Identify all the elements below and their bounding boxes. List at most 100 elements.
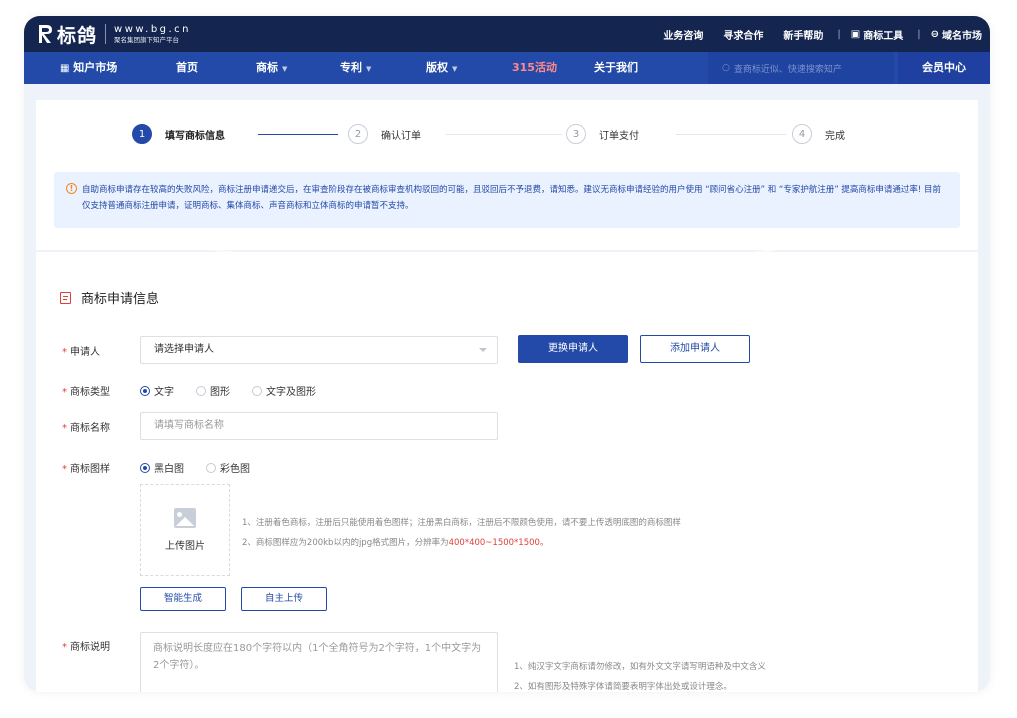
nav-home[interactable]: 首页 <box>176 52 198 84</box>
nav-search-placeholder: 查商标近似、快速搜索知产 <box>733 64 842 75</box>
brand-name: 标鸽 <box>57 24 98 47</box>
radio-graphic[interactable]: 图形 <box>196 383 230 398</box>
top-link-help[interactable]: 新手帮助 <box>783 27 823 42</box>
application-form: 商标申请信息 * 申请人 请选择申请人 更换申请人 添加申请人 * 商标类型 文字 … <box>36 252 978 692</box>
chevron-down-icon: ▼ <box>452 65 458 73</box>
globe-icon: ⊖ <box>930 28 939 40</box>
top-link-divider: | <box>837 28 841 40</box>
nav-315[interactable]: 315活动 <box>512 52 557 84</box>
trademark-desc-label: * 商标说明 <box>62 638 110 653</box>
top-link-domain-label: 域名市场 <box>942 30 982 42</box>
radio-label: 文字及图形 <box>266 387 316 398</box>
self-upload-button[interactable]: 自主上传 <box>241 587 327 611</box>
upload-label: 上传图片 <box>165 541 205 552</box>
step-label: 填写商标信息 <box>165 130 225 142</box>
step-number: 3 <box>566 124 586 144</box>
trademark-type-label: * 商标类型 <box>62 383 110 398</box>
steps-panel: 1 填写商标信息 2 确认订单 3 订单支付 4 完成 ! 自助商标申请存在较高… <box>36 100 978 250</box>
step-connector <box>258 134 338 135</box>
add-applicant-button[interactable]: 添加申请人 <box>640 335 750 363</box>
smart-generate-button[interactable]: 智能生成 <box>140 587 226 611</box>
required-mark: * <box>62 642 67 653</box>
main-nav: ▦ 知户市场 首页 商标 ▼ 专利 ▼ 版权 ▼ 315活动 关于我们 ○ 查商标近似… <box>24 52 990 84</box>
top-link-domain[interactable]: ⊖ 域名市场 <box>931 27 982 42</box>
section-title-text: 商标申请信息 <box>81 292 160 307</box>
radio-color[interactable]: 彩色图 <box>206 460 250 475</box>
applicant-select[interactable]: 请选择申请人 <box>140 336 498 364</box>
nav-trademark[interactable]: 商标 ▼ <box>256 52 287 84</box>
required-mark: * <box>62 387 67 398</box>
upload-tip-2-resolution: 400*400~1500*1500 <box>448 538 540 548</box>
top-link-tools[interactable]: ▣ 商标工具 <box>851 27 903 42</box>
order-steps: 1 填写商标信息 2 确认订单 3 订单支付 4 完成 <box>36 100 978 172</box>
nav-about[interactable]: 关于我们 <box>594 52 638 84</box>
app-window: 标鸽 www.bg.cn 聚名集团旗下知产平台 业务咨询 寻求合作 新手帮助 |… <box>24 16 990 692</box>
logo-icon <box>36 23 54 45</box>
desc-tip-1: 1、纯汉字文字商标请勿修改，如有外文文字请写明语种及中文含义 <box>514 662 766 672</box>
trademark-name-input[interactable]: 请填写商标名称 <box>140 412 498 440</box>
required-mark: * <box>62 347 67 358</box>
radio-text-and-graphic[interactable]: 文字及图形 <box>252 383 316 398</box>
top-link-divider: | <box>917 28 921 40</box>
step-number: 2 <box>348 124 368 144</box>
step-label: 订单支付 <box>599 130 639 142</box>
step-number: 1 <box>132 124 152 144</box>
radio-text[interactable]: 文字 <box>140 383 174 398</box>
toolbox-icon: ▣ <box>850 28 861 40</box>
top-link-tools-label: 商标工具 <box>863 30 904 42</box>
search-icon: ○ <box>722 63 730 73</box>
notice-text: 自助商标申请存在较高的失败风险，商标注册申请递交后，在审查阶段存在被商标审查机构… <box>82 185 942 211</box>
brand-subtitle: www.bg.cn 聚名集团旗下知产平台 <box>114 23 192 44</box>
nav-search-input[interactable]: ○ 查商标近似、快速搜索知产 <box>708 52 894 84</box>
risk-notice: ! 自助商标申请存在较高的失败风险，商标注册申请递交后，在审查阶段存在被商标审查… <box>54 172 960 228</box>
brand-slogan: 聚名集团旗下知产平台 <box>114 35 180 44</box>
grid-icon: ▦ <box>60 63 70 74</box>
nav-market[interactable]: ▦ 知户市场 <box>60 52 117 84</box>
nav-patent[interactable]: 专利 ▼ <box>340 52 371 84</box>
change-applicant-button[interactable]: 更换申请人 <box>518 335 628 363</box>
applicant-label-text: 申请人 <box>70 347 100 358</box>
step-4: 4 完成 <box>792 124 845 144</box>
step-1: 1 填写商标信息 <box>132 124 225 144</box>
brand-logo[interactable]: 标鸽 www.bg.cn 聚名集团旗下知产平台 <box>36 20 191 48</box>
radio-indicator <box>206 462 216 473</box>
radio-black-white[interactable]: 黑白图 <box>140 460 184 475</box>
nav-market-label: 知户市场 <box>73 61 118 74</box>
section-title: 商标申请信息 <box>60 288 159 307</box>
warning-icon: ! <box>66 183 77 194</box>
document-icon <box>60 291 71 304</box>
nav-copyright[interactable]: 版权 ▼ <box>426 52 457 84</box>
member-center-button[interactable]: 会员中心 <box>898 52 990 84</box>
radio-label: 文字 <box>154 387 174 398</box>
applicant-select-value: 请选择申请人 <box>154 344 214 355</box>
top-link-cooperation[interactable]: 寻求合作 <box>723 27 763 42</box>
trademark-desc-label-text: 商标说明 <box>70 642 110 653</box>
chevron-down-icon: ▼ <box>366 65 372 73</box>
top-link-consult[interactable]: 业务咨询 <box>663 27 703 42</box>
step-connector <box>676 134 786 135</box>
trademark-desc-textarea[interactable]: 商标说明长度应在180个字符以内（1个全角符号为2个字符，1个中文字为2个字符）… <box>140 632 498 692</box>
step-2: 2 确认订单 <box>348 124 421 144</box>
radio-indicator <box>140 462 150 473</box>
trademark-name-label: * 商标名称 <box>62 419 110 434</box>
upload-tip-2: 2、商标图样应为200kb以内的jpg格式图片，分辨率为400*400~1500… <box>242 533 681 553</box>
step-number: 4 <box>792 124 812 144</box>
brand-url: www.bg.cn <box>114 23 192 35</box>
trademark-type-radios: 文字 图形 文字及图形 <box>140 383 338 398</box>
top-links: 业务咨询 寻求合作 新手帮助 | ▣ 商标工具 | ⊖ 域名市场 <box>643 16 982 52</box>
image-upload-area[interactable]: 上传图片 <box>140 484 230 576</box>
radio-indicator <box>196 385 206 396</box>
radio-label: 彩色图 <box>220 464 250 475</box>
required-mark: * <box>62 423 67 434</box>
trademark-style-radios: 黑白图 彩色图 <box>140 460 272 475</box>
step-3: 3 订单支付 <box>566 124 639 144</box>
radio-indicator <box>140 385 150 396</box>
radio-indicator <box>252 385 262 396</box>
nav-copyright-label: 版权 <box>426 61 448 74</box>
upload-tip-2-suffix: 。 <box>539 538 549 548</box>
applicant-label: * 申请人 <box>62 343 100 358</box>
logo-divider <box>105 24 107 44</box>
step-connector <box>446 134 562 135</box>
upload-tip-1: 1、注册着色商标，注册后只能使用着色图样；注册黑白商标，注册后不限颜色使用，请不… <box>242 518 681 528</box>
trademark-style-label: * 商标图样 <box>62 460 110 475</box>
